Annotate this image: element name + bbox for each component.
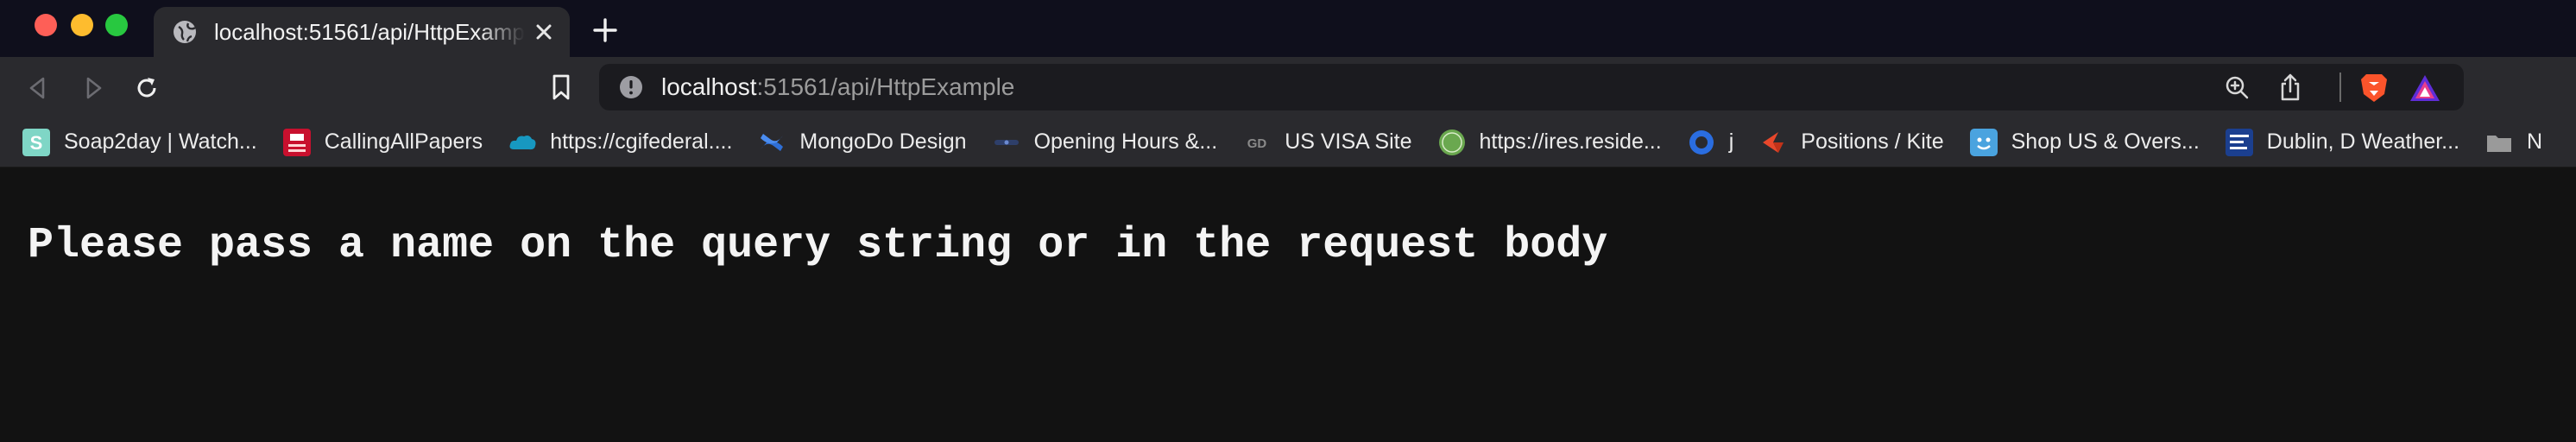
bookmark-item[interactable]: S Soap2day | Watch... <box>22 128 257 156</box>
forward-icon[interactable] <box>79 74 107 102</box>
bookmark-label: US VISA Site <box>1285 129 1412 154</box>
confluence-icon <box>761 133 784 151</box>
bookmark-label: j <box>1728 129 1734 154</box>
brave-shields-icon[interactable] <box>2358 72 2390 104</box>
kite-icon <box>1763 131 1784 153</box>
share-icon[interactable] <box>2277 73 2303 102</box>
soap2day-icon: S <box>22 128 50 156</box>
callingallpapers-icon <box>282 128 311 156</box>
gd-icon: GD <box>1247 136 1267 151</box>
tab-title: localhost:51561/api/HttpExample <box>214 18 525 45</box>
bookmark-item[interactable]: Opening Hours &... <box>993 129 1218 156</box>
bookmark-label: Opening Hours &... <box>1033 129 1218 154</box>
back-icon[interactable] <box>24 74 52 102</box>
response-message: Please pass a name on the query string o… <box>28 221 1608 270</box>
folder-icon <box>2487 135 2512 152</box>
bookmark-label: Soap2day | Watch... <box>64 129 257 154</box>
bookmark-item[interactable]: j <box>1688 129 1734 156</box>
svg-text:GD: GD <box>1247 136 1267 151</box>
address-bar-divider <box>2339 73 2341 102</box>
bookmark-label: Shop US & Overs... <box>2011 129 2200 154</box>
page-content: Please pass a name on the query string o… <box>0 167 2576 442</box>
reload-icon[interactable] <box>133 74 161 102</box>
window-minimize-button[interactable] <box>71 14 93 36</box>
bookmarks-bar: S Soap2day | Watch... CallingAllPapers h… <box>0 117 2576 167</box>
close-tab-icon[interactable] <box>532 20 556 44</box>
window-zoom-button[interactable] <box>105 14 128 36</box>
bookmark-label: https://cgifederal.... <box>550 129 733 154</box>
bookmark-label: MongoDo Design <box>799 129 967 154</box>
url-path: :51561/api/HttpExample <box>756 73 1015 100</box>
globe-icon <box>174 21 196 43</box>
bookmark-item[interactable]: Positions / Kite <box>1759 129 1944 156</box>
bookmark-label: CallingAllPapers <box>324 129 483 154</box>
weather-channel-icon <box>2225 128 2253 156</box>
bookmark-item[interactable]: GD US VISA Site <box>1243 129 1412 156</box>
circle-icon <box>1689 129 1714 155</box>
shop-icon <box>1969 128 1998 156</box>
bookmark-item[interactable]: Shop US & Overs... <box>1969 128 2200 156</box>
svg-text:S: S <box>30 132 43 154</box>
bookmark-label: N <box>2527 129 2543 154</box>
zoom-icon[interactable] <box>2224 74 2250 100</box>
bookmark-folder[interactable]: N <box>2485 129 2542 156</box>
brave-rewards-icon[interactable] <box>2409 73 2441 104</box>
address-bar[interactable]: localhost:51561/api/HttpExample <box>599 64 2464 110</box>
url-text: localhost:51561/api/HttpExample <box>661 73 1014 101</box>
url-host: localhost <box>661 73 757 100</box>
active-tab[interactable]: localhost:51561/api/HttpExample <box>154 7 570 57</box>
browser-toolbar: localhost:51561/api/HttpExample <box>0 57 2576 117</box>
site-info-icon[interactable] <box>618 74 644 100</box>
salesforce-cloud-icon <box>509 135 536 149</box>
bookmark-label: https://ires.reside... <box>1479 129 1662 154</box>
bookmark-item[interactable]: https://ires.reside... <box>1438 129 1662 156</box>
tab-strip: localhost:51561/api/HttpExample <box>0 0 2576 57</box>
bookmark-item[interactable]: MongoDo Design <box>758 129 967 156</box>
bookmark-item[interactable]: https://cgifederal.... <box>508 129 732 156</box>
bookmark-icon[interactable] <box>547 73 575 102</box>
bookmark-label: Positions / Kite <box>1801 129 1944 154</box>
ires-icon <box>1438 129 1465 155</box>
new-tab-button[interactable] <box>592 17 618 43</box>
bookmark-label: Dublin, D Weather... <box>2266 129 2460 154</box>
bookmark-item[interactable]: CallingAllPapers <box>282 128 483 156</box>
window-close-button[interactable] <box>35 14 57 36</box>
link-icon <box>994 139 1019 145</box>
bookmark-item[interactable]: Dublin, D Weather... <box>2225 128 2460 156</box>
